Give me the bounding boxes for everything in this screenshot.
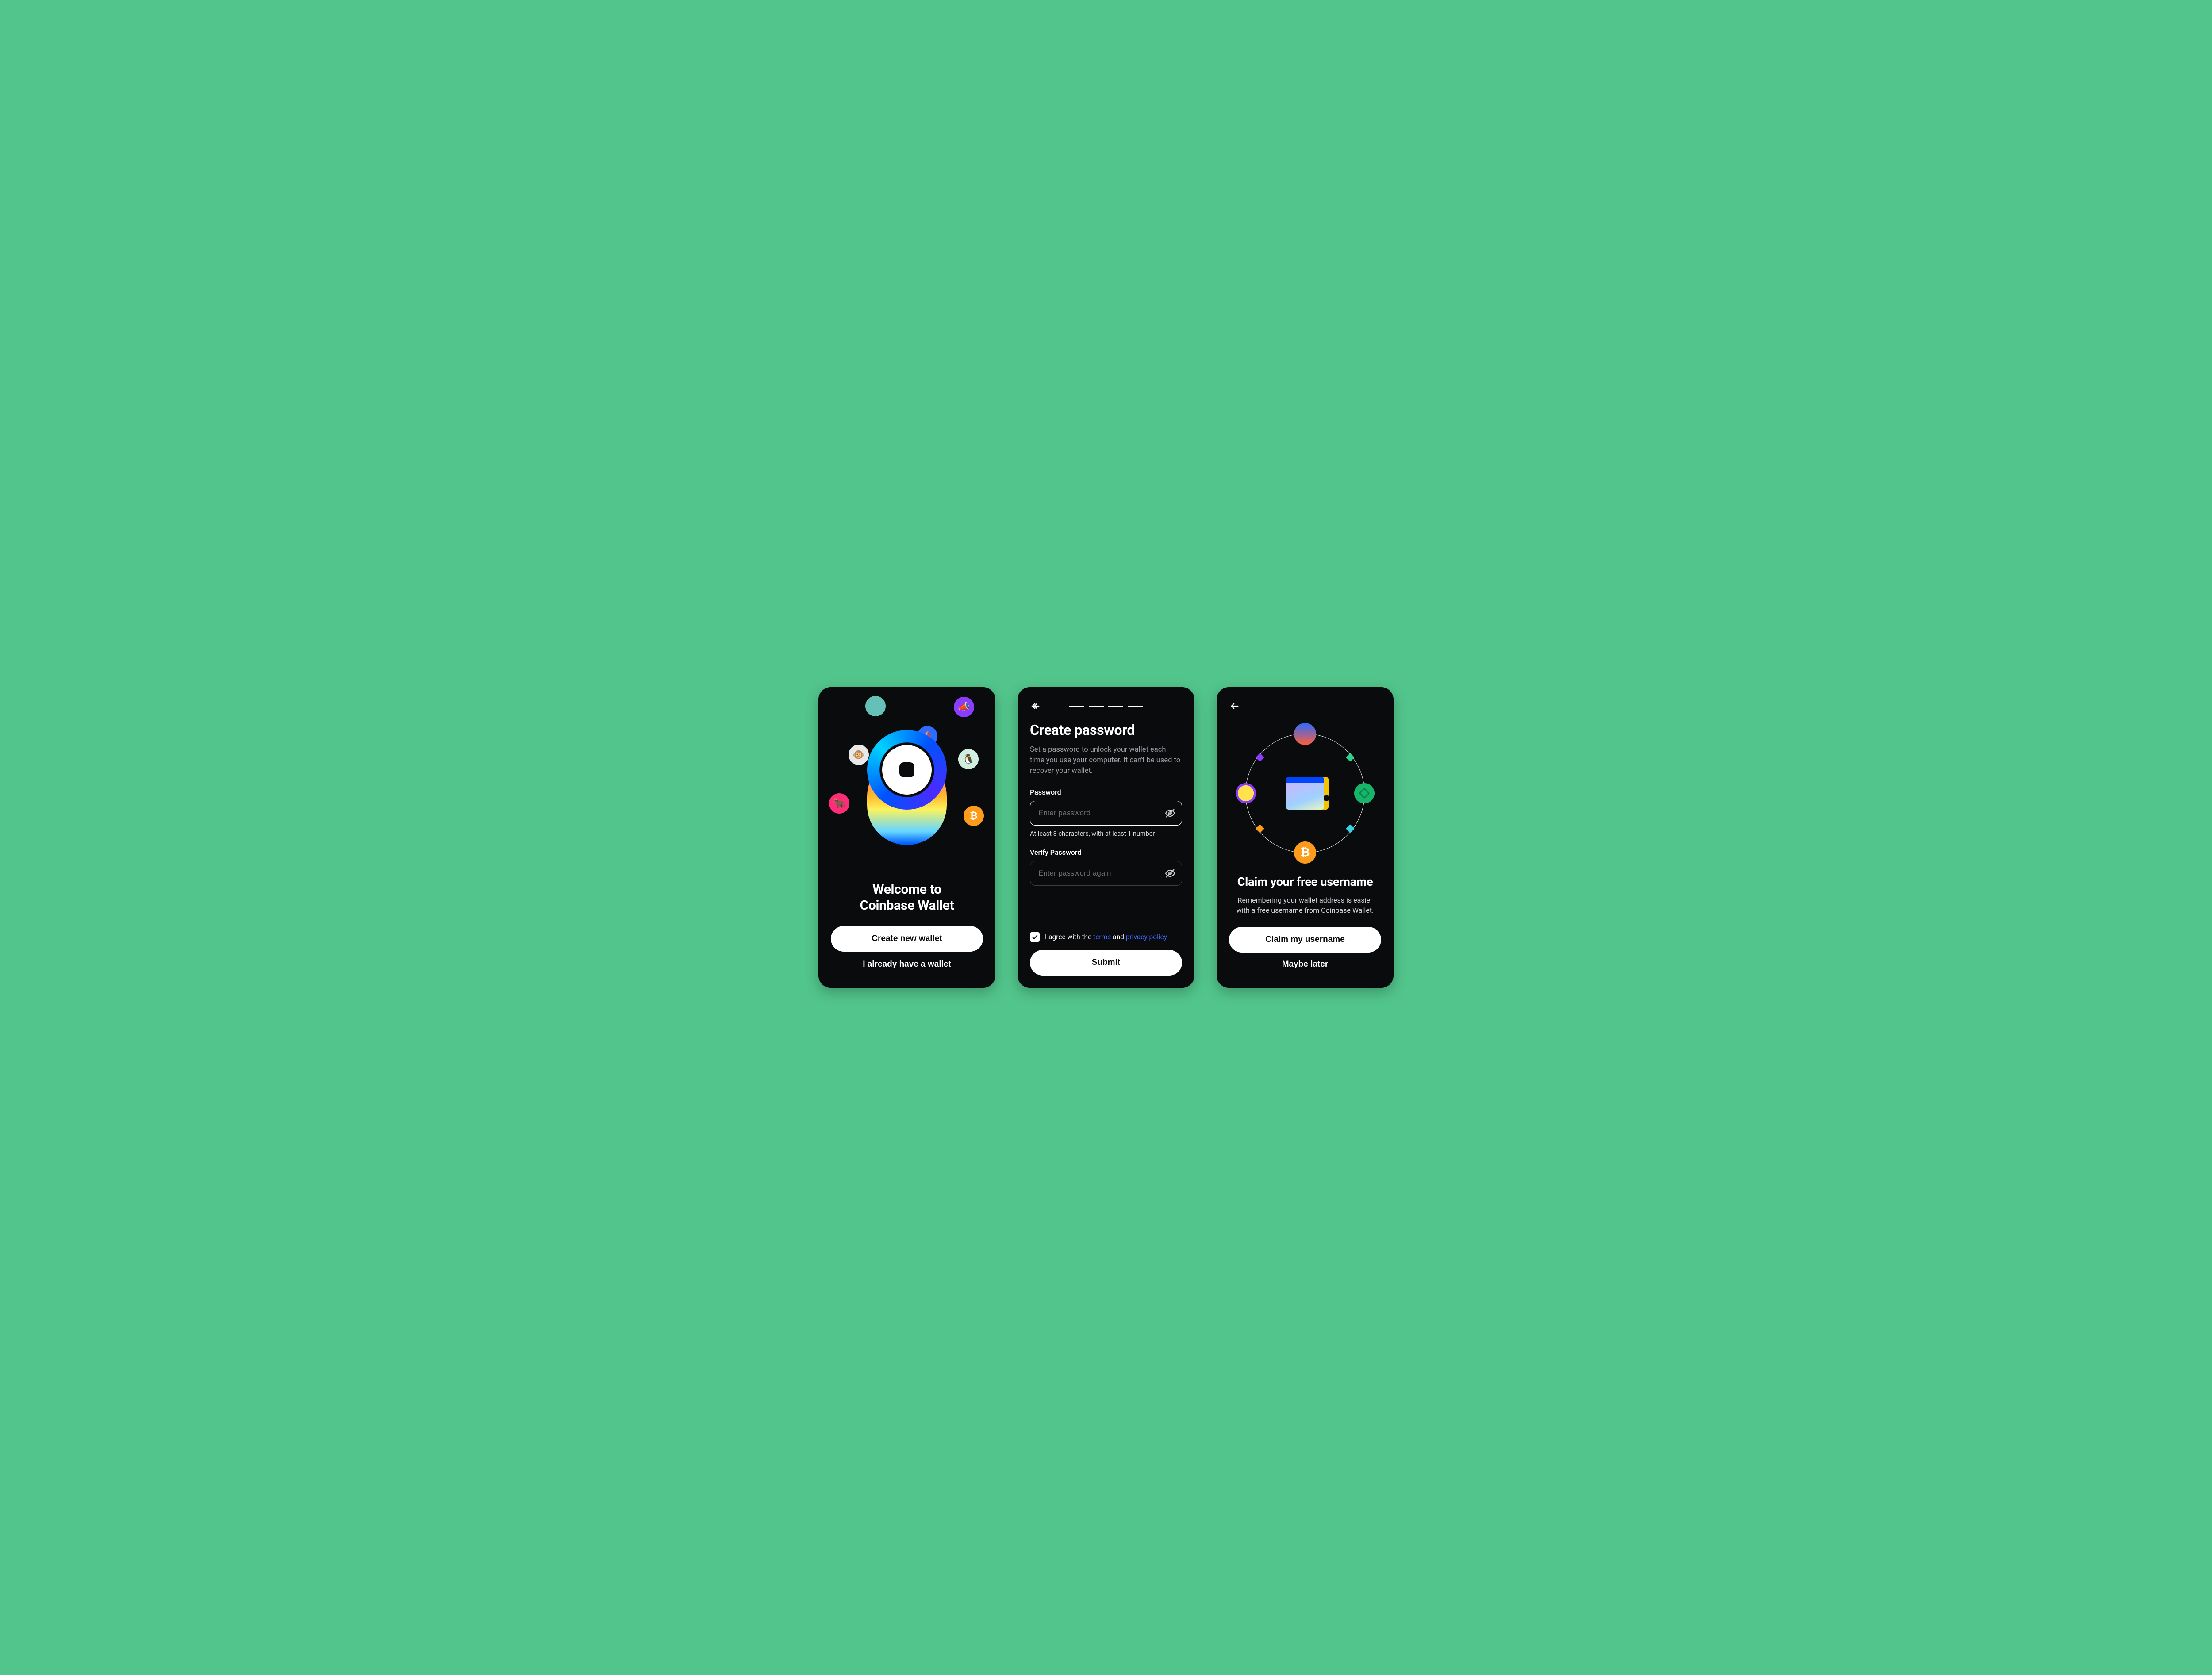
arrow-left-icon — [1031, 701, 1041, 711]
sun-coin-icon — [1236, 783, 1256, 803]
step-4 — [1128, 706, 1143, 707]
bitcoin-icon: ₿ — [1294, 841, 1316, 864]
claim-username-button[interactable]: Claim my username — [1229, 927, 1381, 953]
toggle-verify-visibility[interactable] — [1165, 868, 1175, 879]
bull-icon: 🐂 — [829, 793, 849, 814]
submit-button[interactable]: Submit — [1030, 950, 1182, 976]
step-2 — [1089, 706, 1104, 707]
ape-icon: 🐵 — [849, 745, 869, 765]
password-hint: At least 8 characters, with at least 1 n… — [1030, 830, 1182, 838]
privacy-link[interactable]: privacy policy — [1126, 933, 1167, 941]
claim-description: Remembering your wallet address is easie… — [1232, 895, 1379, 915]
arrow-left-icon — [1230, 701, 1240, 711]
progress-stepper — [1069, 706, 1143, 707]
coinbase-logo-hero — [867, 730, 947, 845]
agree-text-mid: and — [1111, 933, 1125, 941]
diamond-icon — [1346, 753, 1355, 762]
claim-title: Claim your free username — [1229, 875, 1381, 889]
megaphone-icon: 📣 — [954, 697, 974, 717]
step-1 — [1069, 706, 1084, 707]
welcome-hero-art: 📣 🐵 ⛵ 🐧 🐂 ₿ — [831, 700, 983, 882]
green-coin-icon — [1354, 783, 1375, 803]
eye-off-icon — [1165, 808, 1175, 818]
avatar-icon — [865, 696, 886, 716]
agree-label: I agree with the terms and privacy polic… — [1045, 933, 1167, 941]
verify-password-input[interactable] — [1038, 869, 1160, 878]
toggle-password-visibility[interactable] — [1165, 808, 1175, 818]
verify-password-field-wrapper — [1030, 861, 1182, 886]
screen-create-password: Create password Set a password to unlock… — [1018, 687, 1194, 988]
username-hero-art: ₿ — [1229, 712, 1381, 875]
existing-wallet-button[interactable]: I already have a wallet — [831, 953, 983, 976]
verify-password-label: Verify Password — [1030, 848, 1182, 857]
create-wallet-button[interactable]: Create new wallet — [831, 926, 983, 952]
password-label: Password — [1030, 788, 1182, 796]
eye-off-icon — [1165, 868, 1175, 879]
three-screens-row: 📣 🐵 ⛵ 🐧 🐂 ₿ Welcome to Coinbase Wallet C… — [818, 687, 1394, 988]
terms-link[interactable]: terms — [1093, 933, 1111, 941]
agree-text-pre: I agree with the — [1045, 933, 1093, 941]
back-button[interactable] — [1229, 700, 1240, 712]
wallet-icon — [1286, 777, 1324, 810]
orbit-ring: ₿ — [1245, 734, 1365, 853]
check-icon — [1031, 934, 1038, 941]
welcome-title-line2: Coinbase Wallet — [831, 898, 983, 914]
diamond-icon — [1256, 824, 1264, 833]
create-password-description: Set a password to unlock your wallet eac… — [1030, 745, 1182, 776]
password-field-wrapper — [1030, 801, 1182, 826]
coinbase-coin-icon — [882, 745, 932, 795]
password-input[interactable] — [1038, 809, 1160, 818]
screen-welcome: 📣 🐵 ⛵ 🐧 🐂 ₿ Welcome to Coinbase Wallet C… — [818, 687, 995, 988]
penguin-icon: 🐧 — [958, 749, 979, 769]
agree-checkbox[interactable] — [1030, 932, 1040, 942]
screen-claim-username: ₿ Claim your free username Remembering y… — [1217, 687, 1394, 988]
back-button[interactable] — [1030, 700, 1041, 712]
create-password-title: Create password — [1030, 722, 1182, 738]
welcome-title-line1: Welcome to — [831, 882, 983, 898]
diamond-icon — [1256, 753, 1264, 762]
maybe-later-button[interactable]: Maybe later — [1229, 953, 1381, 976]
bitcoin-icon: ₿ — [964, 806, 984, 826]
step-3 — [1108, 706, 1123, 707]
diamond-icon — [1346, 824, 1355, 833]
welcome-title: Welcome to Coinbase Wallet — [831, 882, 983, 914]
avatar-icon — [1294, 723, 1316, 745]
